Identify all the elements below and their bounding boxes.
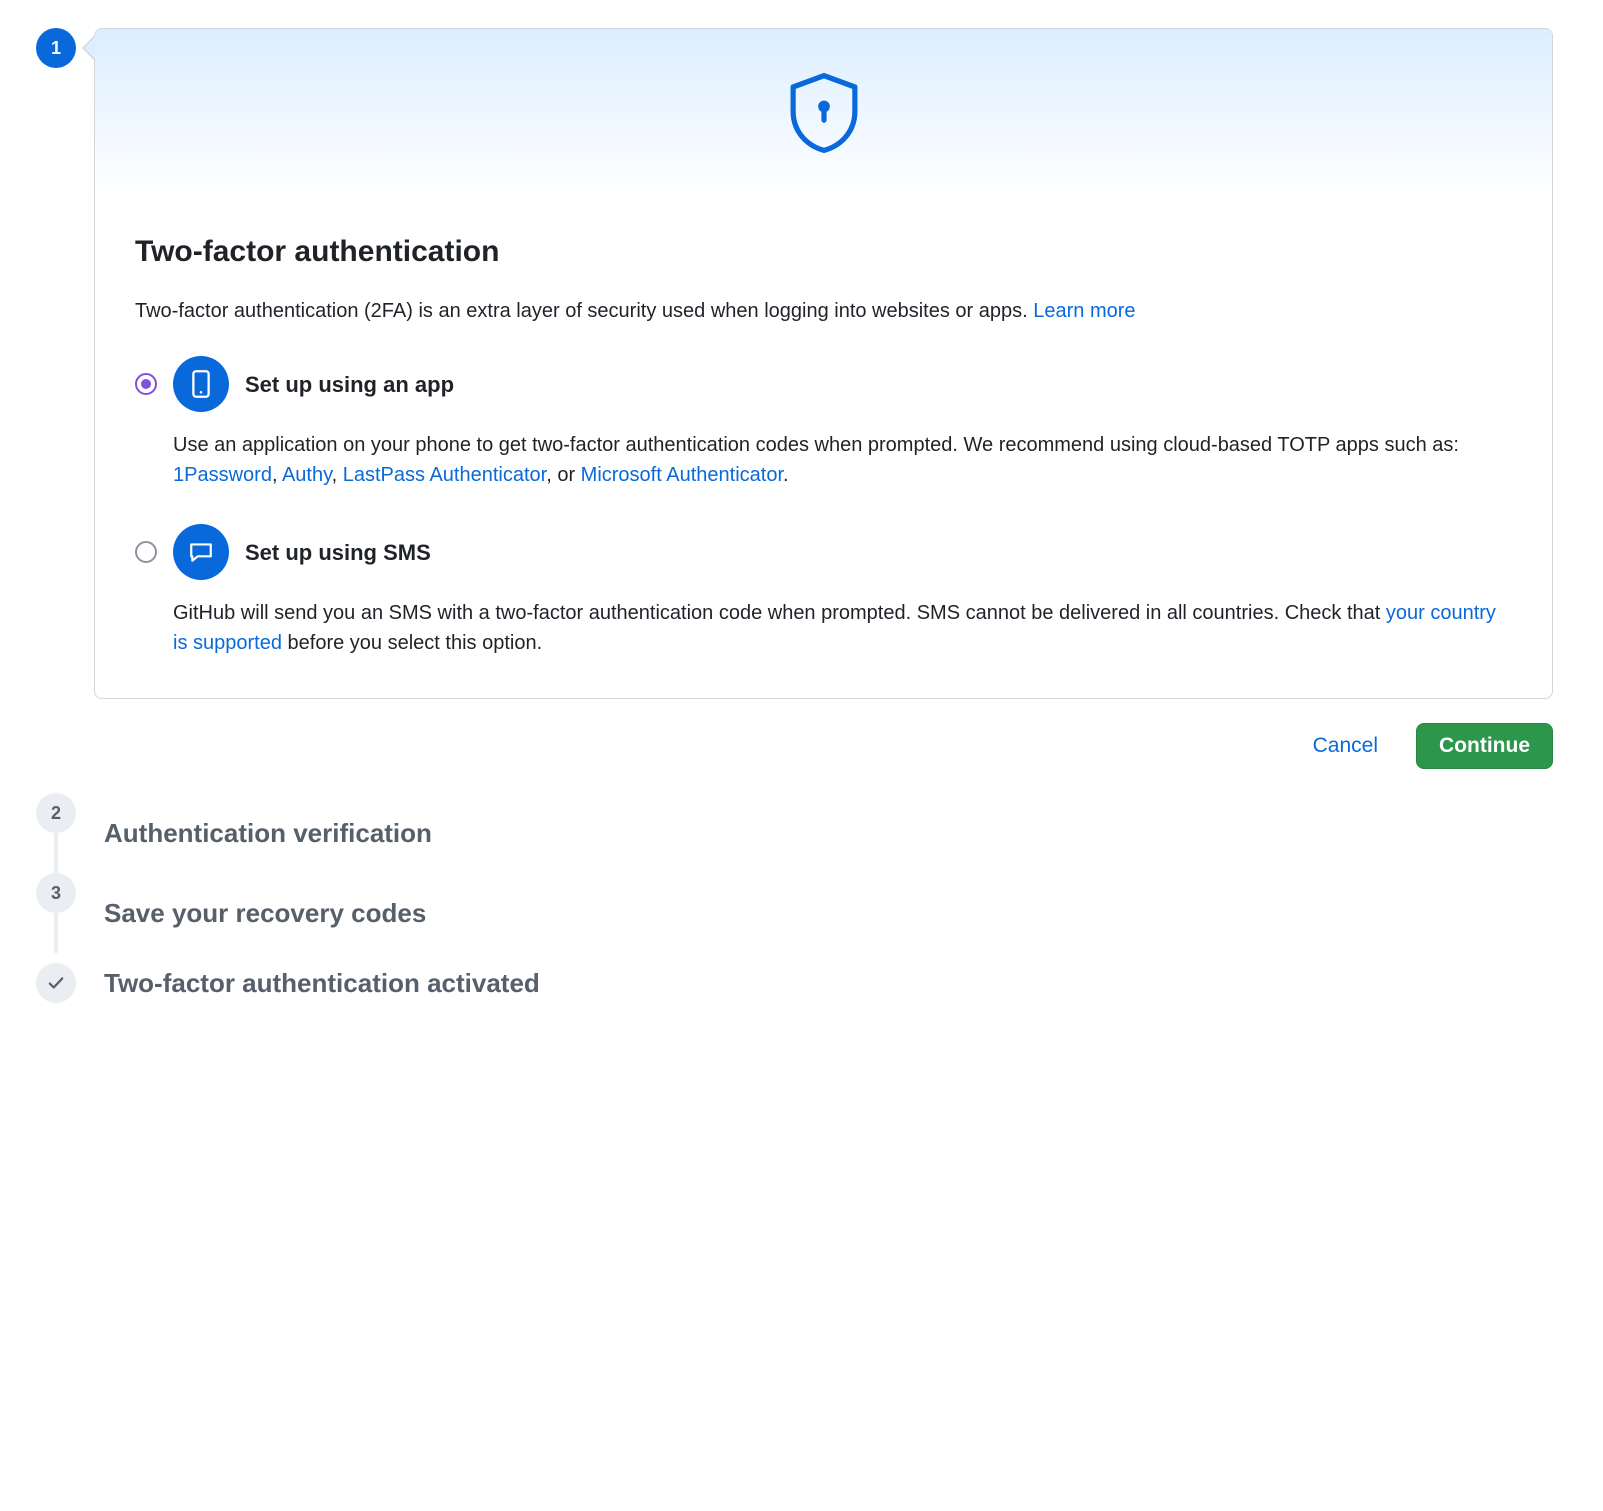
sep: , or <box>546 464 580 486</box>
step-4-title: Two-factor authentication activated <box>94 964 540 1003</box>
two-factor-card: Two-factor authentication Two-factor aut… <box>94 28 1553 699</box>
card-subtitle-text: Two-factor authentication (2FA) is an ex… <box>135 300 1033 322</box>
option-app-radio[interactable] <box>135 373 157 395</box>
shield-lock-icon <box>785 70 863 156</box>
link-lastpass[interactable]: LastPass Authenticator <box>343 464 546 486</box>
step-rail: 2 <box>28 793 84 873</box>
option-sms-desc-text: GitHub will send you an SMS with a two-f… <box>173 602 1386 624</box>
card-header <box>95 29 1552 197</box>
option-sms-description: GitHub will send you an SMS with a two-f… <box>135 598 1512 658</box>
device-mobile-icon <box>173 356 229 412</box>
step-2-title: Authentication verification <box>94 814 432 853</box>
step-line <box>54 833 58 873</box>
step-pointer <box>82 36 94 60</box>
step-2: 2 Authentication verification <box>28 793 1553 873</box>
sep: , <box>272 464 282 486</box>
step-2-body: Authentication verification <box>84 813 1553 853</box>
step-rail <box>28 963 84 1003</box>
link-msauth[interactable]: Microsoft Authenticator <box>581 464 783 486</box>
step-rail: 3 <box>28 873 84 953</box>
card-title: Two-factor authentication <box>135 229 1512 274</box>
step-3-body: Save your recovery codes <box>84 893 1553 933</box>
option-app-description: Use an application on your phone to get … <box>135 430 1512 490</box>
option-app-header: Set up using an app <box>135 356 1512 412</box>
step-1-badge: 1 <box>36 28 76 68</box>
option-app: Set up using an app Use an application o… <box>135 356 1512 490</box>
comment-icon <box>173 524 229 580</box>
sep: . <box>783 464 789 486</box>
step-2-badge: 2 <box>36 793 76 833</box>
continue-button[interactable]: Continue <box>1416 723 1553 769</box>
option-sms-desc-suffix: before you select this option. <box>282 632 542 654</box>
step-1: 1 Two-factor authentication <box>28 28 1553 793</box>
step-4-body: Two-factor authentication activated <box>84 963 1553 1003</box>
card-subtitle: Two-factor authentication (2FA) is an ex… <box>135 296 1512 326</box>
learn-more-link[interactable]: Learn more <box>1033 300 1135 322</box>
step-3-title: Save your recovery codes <box>94 894 426 933</box>
link-authy[interactable]: Authy <box>282 464 332 486</box>
step-actions: Cancel Continue <box>94 723 1553 769</box>
step-3: 3 Save your recovery codes <box>28 873 1553 953</box>
option-sms-title: Set up using SMS <box>245 536 431 569</box>
two-factor-setup-wizard: 1 Two-factor authentication <box>28 28 1553 1013</box>
option-sms-radio[interactable] <box>135 541 157 563</box>
step-line <box>54 913 58 953</box>
card-content: Two-factor authentication Two-factor aut… <box>95 197 1552 698</box>
option-sms: Set up using SMS GitHub will send you an… <box>135 524 1512 658</box>
sep: , <box>332 464 343 486</box>
step-1-body: Two-factor authentication Two-factor aut… <box>84 28 1553 793</box>
step-rail: 1 <box>28 28 84 68</box>
step-4: Two-factor authentication activated <box>28 953 1553 1013</box>
option-app-desc-text: Use an application on your phone to get … <box>173 434 1459 456</box>
link-1password[interactable]: 1Password <box>173 464 272 486</box>
cancel-button[interactable]: Cancel <box>1309 726 1382 766</box>
check-icon <box>47 974 65 992</box>
step-4-badge <box>36 963 76 1003</box>
option-sms-header: Set up using SMS <box>135 524 1512 580</box>
option-app-title: Set up using an app <box>245 368 454 401</box>
step-3-badge: 3 <box>36 873 76 913</box>
